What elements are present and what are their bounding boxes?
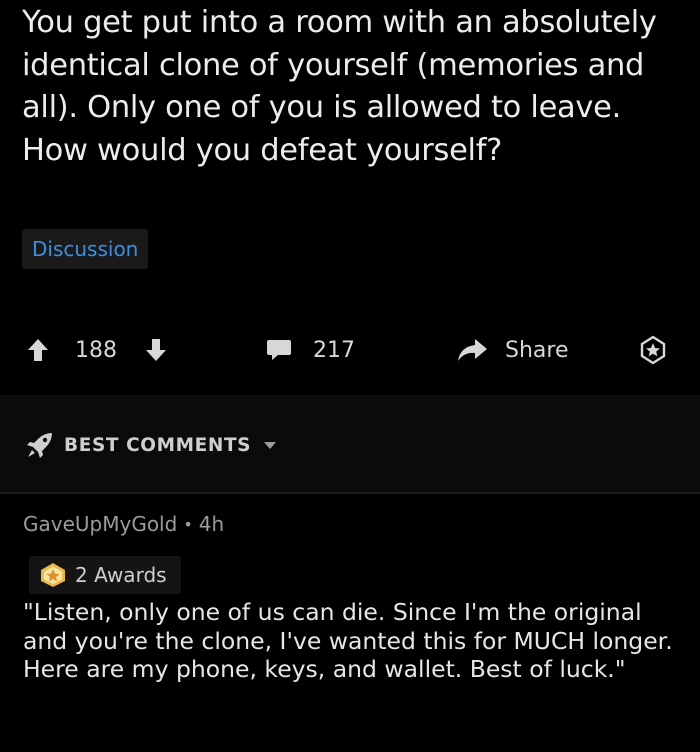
share-label: Share	[505, 337, 569, 363]
sort-label: BEST COMMENTS	[64, 434, 252, 456]
downvote-arrow-icon	[145, 338, 167, 362]
vote-score: 188	[75, 325, 117, 375]
downvote-button[interactable]	[145, 325, 167, 375]
upvote-arrow-icon	[27, 338, 49, 362]
comment-awards[interactable]: 2 Awards	[29, 556, 181, 594]
comments-count: 217	[313, 337, 355, 363]
comment: GaveUpMyGold • 4h 2 Awards "Listen, only…	[0, 494, 700, 752]
comment-bubble-icon	[266, 338, 292, 362]
share-arrow-icon	[456, 337, 488, 363]
award-icon	[638, 335, 668, 365]
vote-score-label: 188	[75, 337, 117, 363]
meta-separator: •	[183, 514, 193, 534]
comment-body: "Listen, only one of us can die. Since I…	[23, 598, 673, 683]
rocket-icon	[26, 431, 54, 459]
sort-dropdown[interactable]: BEST COMMENTS	[26, 430, 277, 460]
comments-button[interactable]: 217	[266, 325, 355, 375]
give-award-button[interactable]	[638, 325, 668, 375]
comment-meta: GaveUpMyGold • 4h	[23, 512, 224, 536]
post-title[interactable]: You get put into a room with an absolute…	[22, 2, 682, 172]
comment-age: 4h	[198, 512, 225, 536]
awards-label: 2 Awards	[75, 563, 167, 587]
comment-sort-bar: BEST COMMENTS	[0, 395, 700, 492]
award-icon	[39, 562, 67, 588]
chevron-down-icon	[263, 440, 277, 450]
post-container: You get put into a room with an absolute…	[0, 0, 700, 395]
comment-author[interactable]: GaveUpMyGold	[23, 512, 177, 536]
share-button[interactable]: Share	[456, 325, 569, 375]
upvote-button[interactable]	[27, 325, 49, 375]
post-action-bar: 188 217 Share	[0, 325, 700, 375]
post-flair[interactable]: Discussion	[22, 229, 149, 269]
